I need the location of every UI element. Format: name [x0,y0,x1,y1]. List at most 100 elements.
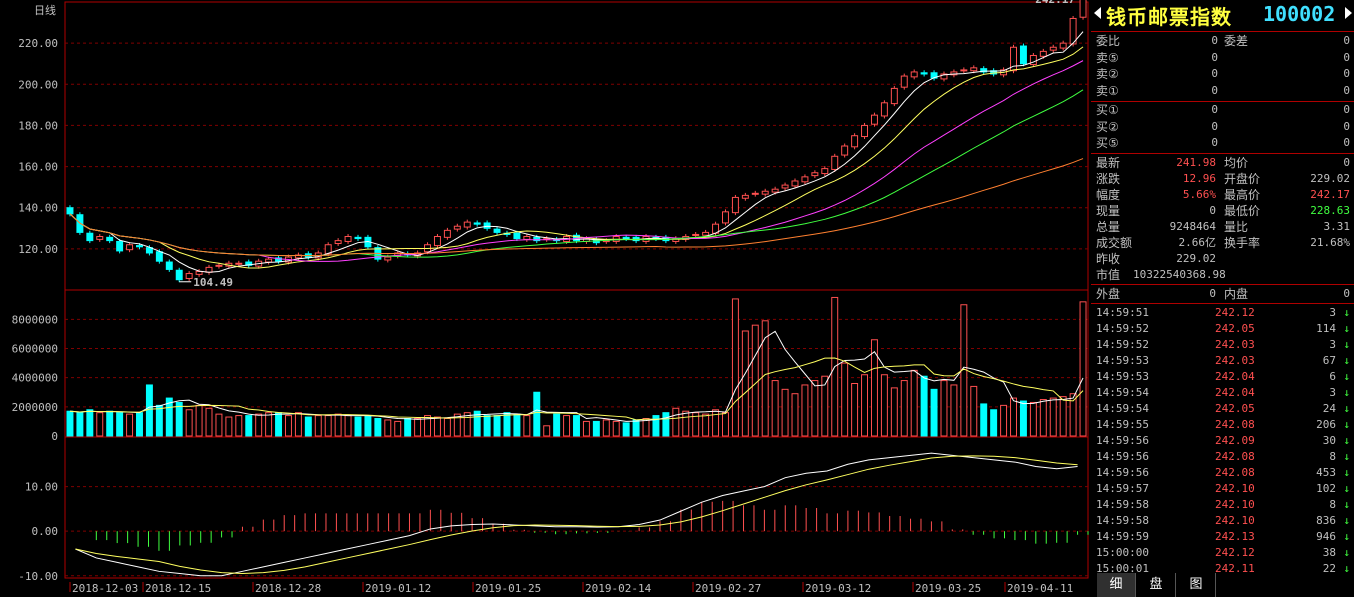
candle-body [831,155,839,170]
tick-time: 14:59:55 [1096,417,1149,431]
candle-body [136,245,143,248]
volume-bar [185,409,193,437]
tick-time: 14:59:56 [1096,465,1149,479]
volume-bar [791,393,799,437]
tick-volume: 8 [1329,449,1336,463]
volume-bar [801,384,809,437]
tick-time: 14:59:59 [1096,529,1149,543]
tick-volume: 38 [1322,545,1336,559]
prev-stock-icon[interactable] [1094,7,1101,19]
tick-time: 14:59:58 [1096,513,1149,527]
tick-time: 14:59:51 [1096,305,1149,319]
volume-bar [1029,401,1037,437]
macd-tick-label: -10.00 [18,570,58,583]
next-stock-icon[interactable] [1345,7,1352,19]
tick-time: 15:00:00 [1096,545,1149,559]
volume-bar [582,420,590,437]
panel-divider [1091,152,1354,154]
volume-bar [632,419,640,437]
quote-value-2: 242.17 [1310,187,1350,201]
candle-body [453,225,461,230]
volume-bar [106,410,114,437]
candle-body [970,67,978,72]
quote-value: 0 [1209,203,1216,217]
order-book-label: 卖① [1096,83,1119,98]
kline-chart-area[interactable]: 日线 220.00 200.00 180.00 160.00 140.00 120.00 10… [0,0,1090,597]
candle-body [791,180,799,187]
volume-bar [811,380,819,437]
volume-bar [533,391,541,437]
kline-chart-canvas[interactable]: 日线 220.00 200.00 180.00 160.00 140.00 120.00 10… [0,0,1090,597]
volume-tick-label: 2000000 [12,401,58,414]
tab-chart[interactable]: 图 [1177,573,1216,597]
order-book-price: 0 [1211,67,1218,80]
volume-bar [1010,397,1017,437]
tick-volume: 6 [1329,369,1336,383]
volume-bar [205,407,213,437]
quote-row: 现量 0 最低价 228.63 [1091,203,1354,219]
tick-row: 14:59:52 242.05 114 ↓ [1091,321,1354,337]
tick-down-arrow-icon: ↓ [1343,385,1350,399]
volume-bar [1039,399,1047,437]
volume-bar [900,380,908,437]
candle-body [215,264,223,267]
candle-body [731,196,739,214]
candle-body [493,228,501,233]
tab-book[interactable]: 盘 [1137,573,1176,597]
order-book-row: 卖② 0 0 [1091,66,1354,82]
volume-bar [364,415,372,437]
volume-bar [702,413,710,437]
candle-body [235,262,243,265]
date-tick-label: 2018-12-03 [72,582,138,595]
volume-tick-label: 4000000 [12,372,58,385]
candle-body [910,71,918,78]
volume-bar [1000,404,1008,437]
volume-bar [940,380,948,437]
candle-body [384,256,392,261]
tick-volume: 3 [1329,385,1336,399]
volume-bar [880,374,888,437]
quote-label-2: 均价 [1224,155,1249,170]
tick-row: 14:59:58 242.10 836 ↓ [1091,513,1354,529]
candle-body [702,231,710,236]
candle-body [473,222,481,225]
stock-name: 钱币邮票指数 [1106,5,1232,29]
volume-bar [970,385,978,437]
date-tick-label: 2019-02-14 [585,582,652,595]
tick-row: 14:59:54 242.05 24 ↓ [1091,401,1354,417]
tick-row: 14:59:53 242.04 6 ↓ [1091,369,1354,385]
quote-label-2: 开盘价 [1224,171,1261,186]
volume-tick-label: 8000000 [12,313,58,326]
tab-detail[interactable]: 细 [1097,573,1136,597]
volume-bar [136,412,143,437]
quote-label-2: 换手率 [1224,235,1261,250]
candle-body [920,72,928,75]
candle-body [1059,42,1067,49]
tick-down-arrow-icon: ↓ [1343,449,1350,463]
candle-body [751,192,759,195]
volume-bar [602,419,610,437]
volume-bar [771,380,779,437]
candle-body [443,229,451,238]
volume-bar [712,409,720,437]
order-book-row: 买② 0 0 [1091,119,1354,135]
tick-volume: 8 [1329,497,1336,511]
volume-bar [155,404,163,437]
volume-bar [1049,397,1057,437]
candle-body [86,232,94,242]
tick-volume: 946 [1316,529,1336,543]
volume-bar [374,418,382,437]
volume-bar [215,413,223,437]
candle-body [1019,45,1027,65]
tick-price: 242.09 [1215,433,1255,447]
quote-label-2: 最高价 [1224,187,1261,202]
order-book-label: 委比 [1096,34,1121,48]
price-tick-label: 220.00 [18,37,58,50]
volume-bar [294,412,302,437]
volume-bar [920,375,928,437]
volume-bar [265,412,273,437]
candle-body [185,273,193,279]
order-book-volume: 0 [1343,119,1350,133]
candle-body [811,172,819,177]
candle-body [900,75,908,88]
